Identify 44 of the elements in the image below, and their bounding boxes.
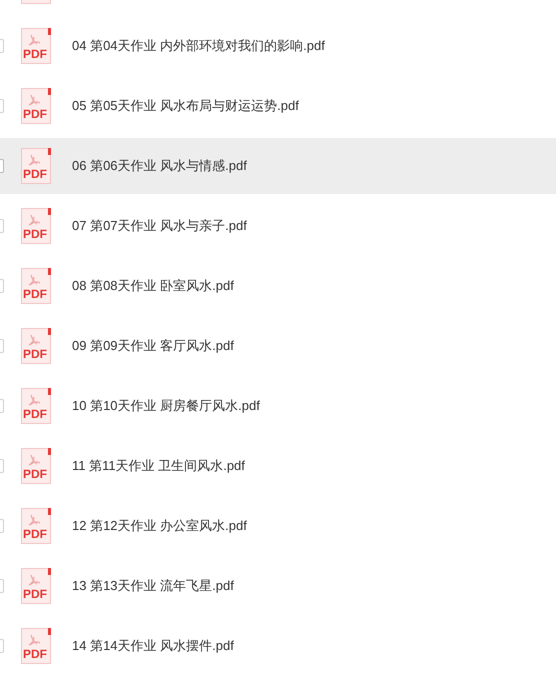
file-name[interactable]: 09 第09天作业 客厅风水.pdf xyxy=(72,337,234,355)
file-type-label: PDF xyxy=(23,168,47,181)
file-type-label: PDF xyxy=(23,468,47,481)
file-name[interactable]: 14 第14天作业 风水摆件.pdf xyxy=(72,637,234,655)
file-type-label: PDF xyxy=(23,648,47,661)
file-name[interactable]: 11 第11天作业 卫生间风水.pdf xyxy=(72,457,245,475)
pdf-file-icon xyxy=(20,27,52,65)
file-type-label: PDF xyxy=(23,228,47,241)
file-type-label: PDF xyxy=(23,288,47,301)
file-row[interactable]: PDF 07 第07天作业 风水与亲子.pdf xyxy=(0,198,556,254)
pdf-file-icon xyxy=(20,627,52,665)
file-row[interactable]: PDF 08 第08天作业 卧室风水.pdf xyxy=(0,258,556,314)
file-row[interactable]: PDF 11 第11天作业 卫生间风水.pdf xyxy=(0,438,556,494)
file-type-label: PDF xyxy=(23,408,47,421)
pdf-file-icon xyxy=(20,567,52,605)
pdf-file-icon xyxy=(20,207,52,245)
file-row[interactable]: PDF 10 第10天作业 厨房餐厅风水.pdf xyxy=(0,378,556,434)
file-row[interactable]: PDF 12 第12天作业 办公室风水.pdf xyxy=(0,498,556,554)
pdf-file-icon xyxy=(20,387,52,425)
file-type-label: PDF xyxy=(23,348,47,361)
file-row[interactable]: PDF 09 第09天作业 客厅风水.pdf xyxy=(0,318,556,374)
pdf-file-icon xyxy=(20,507,52,545)
file-row[interactable]: PDF 06 第06天作业 风水与情感.pdf xyxy=(0,138,556,194)
file-row[interactable]: PDF 14 第14天作业 风水摆件.pdf xyxy=(0,618,556,674)
file-name[interactable]: 04 第04天作业 内外部环境对我们的影响.pdf xyxy=(72,37,325,55)
file-name[interactable]: 10 第10天作业 厨房餐厅风水.pdf xyxy=(72,397,260,415)
file-row[interactable]: PDF 05 第05天作业 风水布局与财运运势.pdf xyxy=(0,78,556,134)
pdf-file-icon xyxy=(20,267,52,305)
file-name[interactable]: 06 第06天作业 风水与情感.pdf xyxy=(72,157,247,175)
file-type-label: PDF xyxy=(23,108,47,121)
file-name[interactable]: 12 第12天作业 办公室风水.pdf xyxy=(72,517,247,535)
file-name[interactable]: 08 第08天作业 卧室风水.pdf xyxy=(72,277,234,295)
pdf-file-icon xyxy=(20,327,52,365)
file-name[interactable]: 05 第05天作业 风水布局与财运运势.pdf xyxy=(72,97,299,115)
pdf-file-icon xyxy=(20,447,52,485)
file-name[interactable]: 07 第07天作业 风水与亲子.pdf xyxy=(72,217,247,235)
file-name[interactable]: 13 第13天作业 流年飞星.pdf xyxy=(72,577,234,595)
file-row[interactable]: PDF 13 第13天作业 流年飞星.pdf xyxy=(0,558,556,614)
file-type-label: PDF xyxy=(23,48,47,61)
file-row[interactable]: PDF 04 第04天作业 内外部环境对我们的影响.pdf xyxy=(0,18,556,74)
file-type-label: PDF xyxy=(23,588,47,601)
pdf-file-icon xyxy=(20,87,52,125)
file-type-label: PDF xyxy=(23,528,47,541)
pdf-file-icon xyxy=(20,147,52,185)
